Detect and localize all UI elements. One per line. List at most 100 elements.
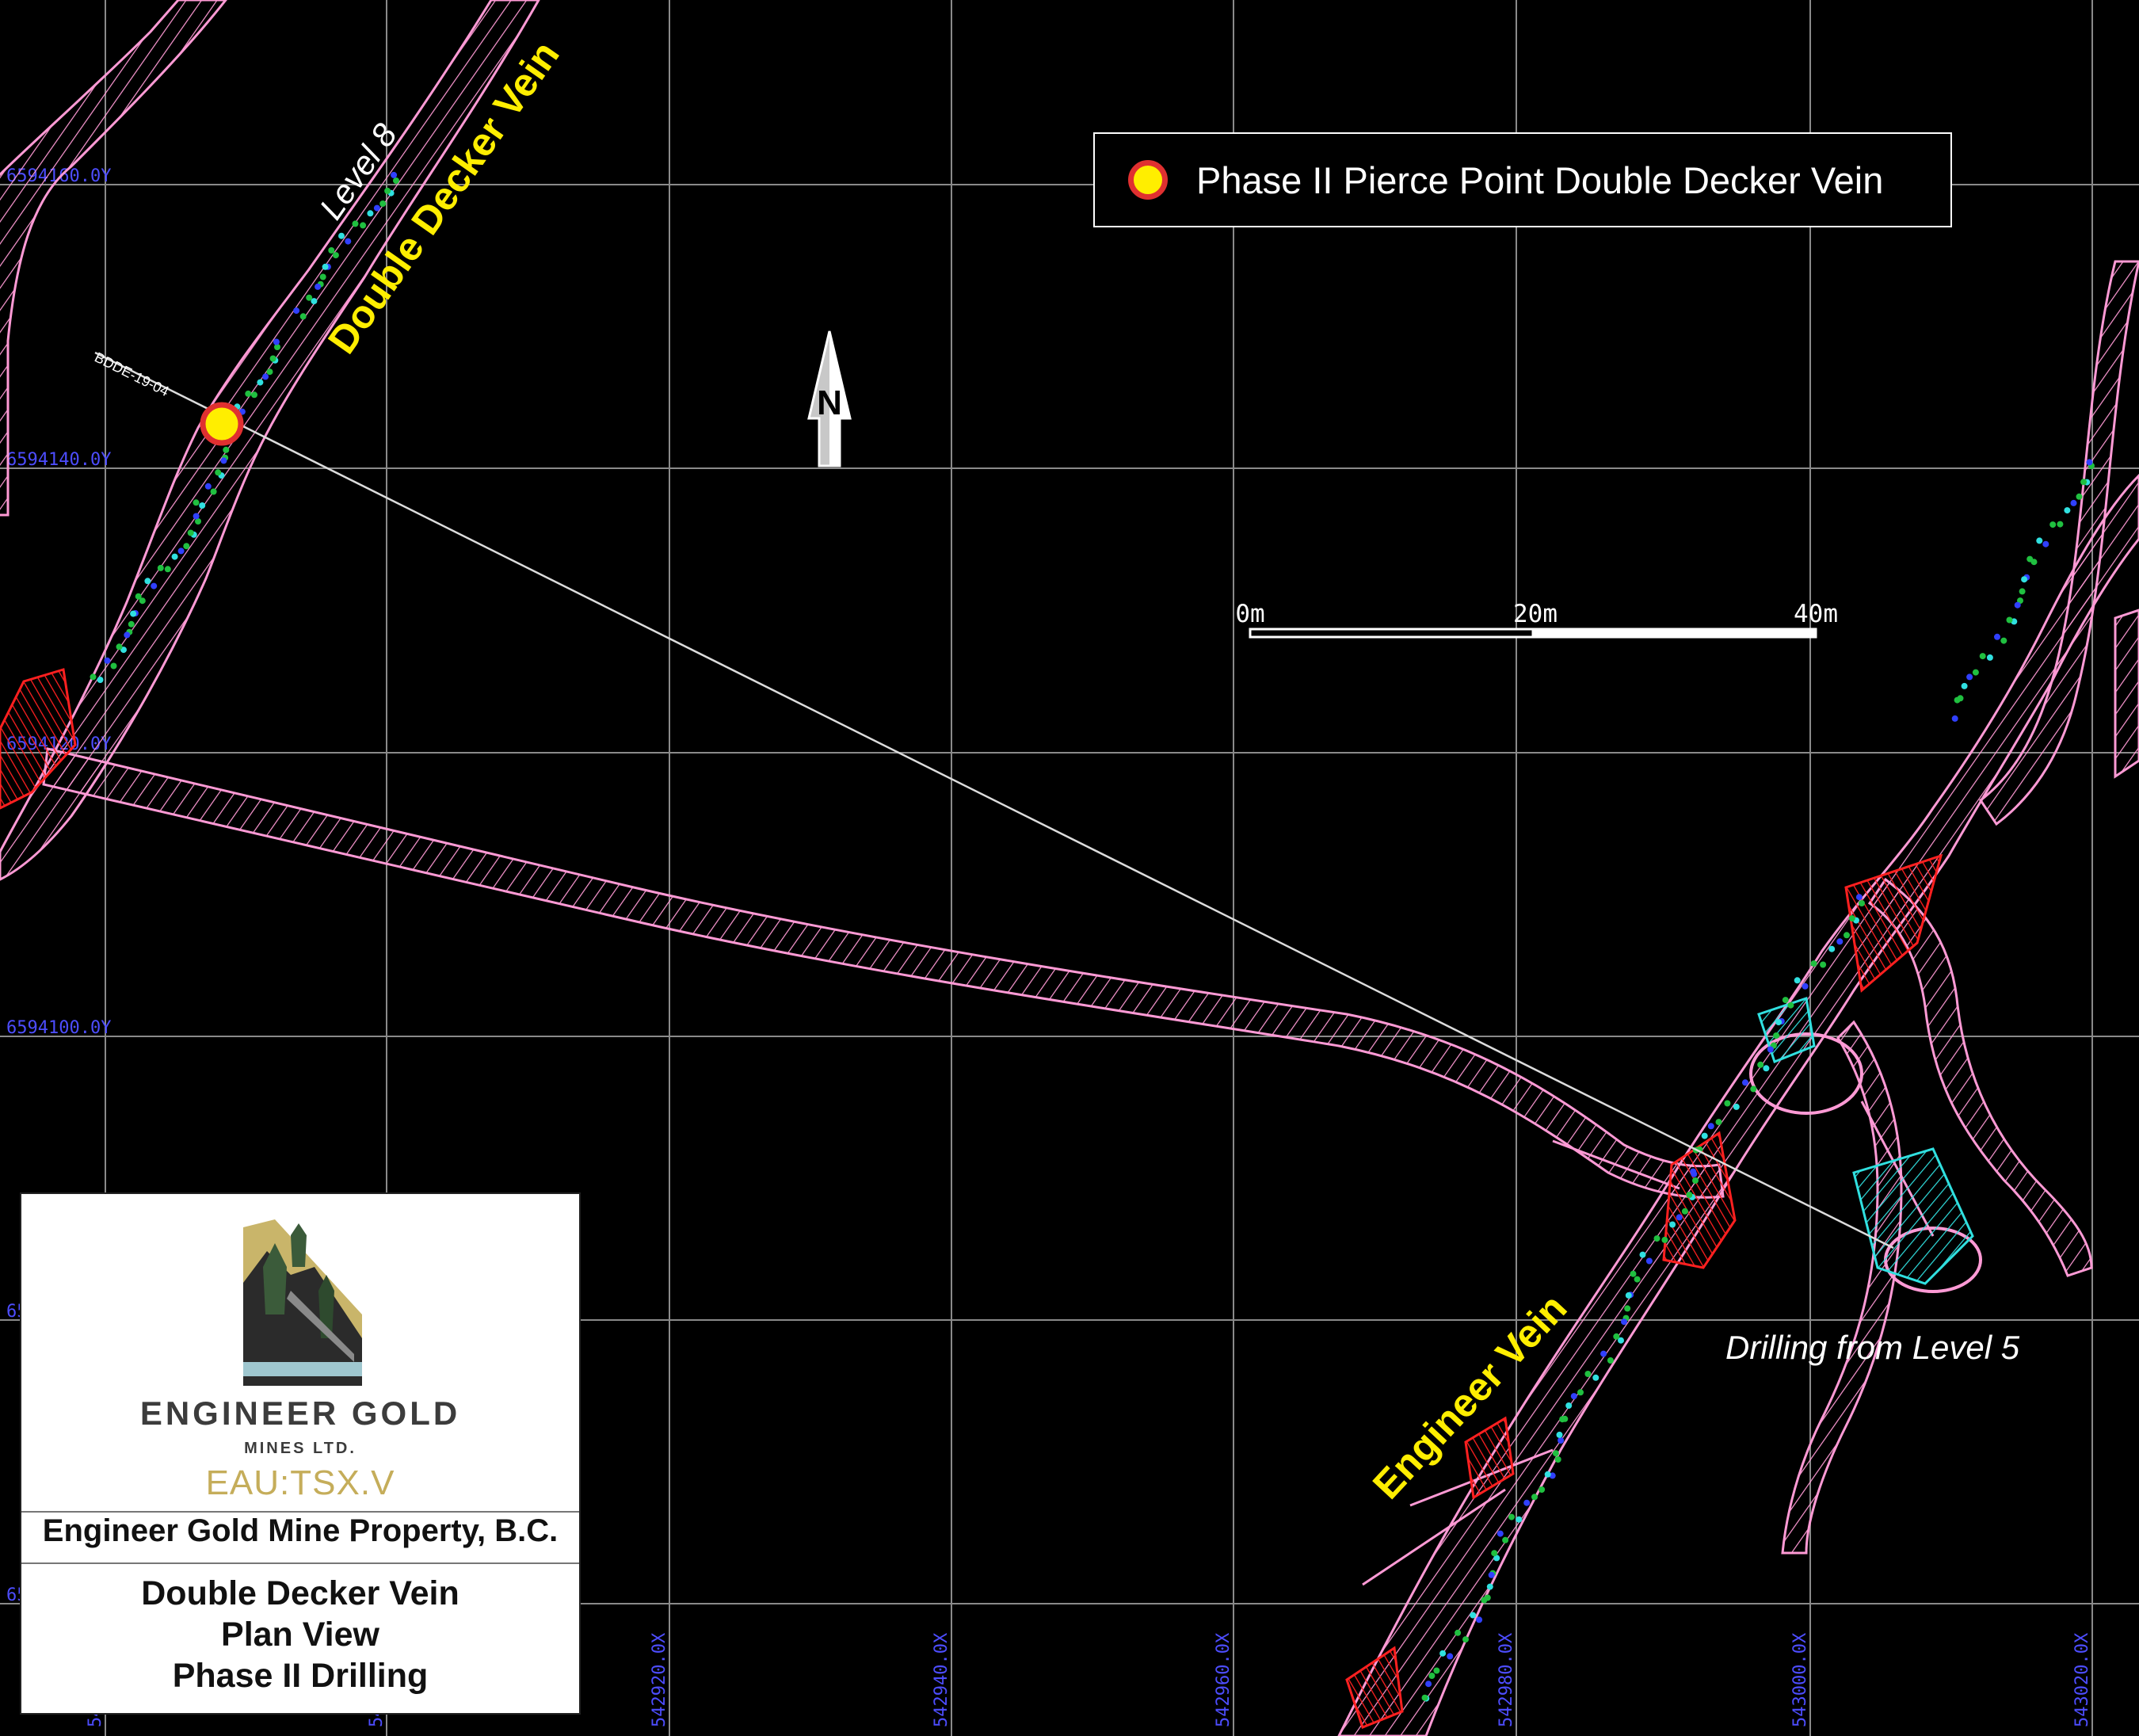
assay-point	[1502, 1536, 1509, 1543]
assay-point	[1669, 1221, 1676, 1228]
assay-point	[1639, 1251, 1646, 1258]
assay-point	[151, 582, 158, 589]
assay-point	[345, 238, 352, 245]
assay-point	[1690, 1168, 1697, 1175]
assay-point	[1600, 1350, 1607, 1357]
assay-point	[1782, 997, 1789, 1004]
assay-point	[220, 457, 227, 464]
assay-point	[266, 368, 273, 376]
assay-point	[2006, 616, 2013, 624]
scale-label-0: 0m	[1235, 600, 1264, 628]
assay-point	[1462, 1636, 1469, 1643]
assay-point	[128, 620, 135, 628]
map-title-line-3: Phase II Drilling	[172, 1657, 429, 1695]
assay-point	[391, 171, 398, 178]
assay-point	[1544, 1471, 1551, 1478]
assay-point	[1470, 1612, 1477, 1619]
title-divider	[21, 1511, 579, 1513]
assay-point	[2000, 637, 2007, 644]
assay-point	[328, 247, 335, 254]
assay-point	[1810, 960, 1817, 967]
assay-point	[1661, 1236, 1668, 1243]
assay-point	[1486, 1583, 1493, 1590]
assay-point	[299, 313, 307, 320]
assay-point	[379, 200, 387, 207]
assay-point	[1556, 1431, 1563, 1438]
assay-point	[322, 263, 329, 270]
assay-point	[1421, 1694, 1428, 1701]
assay-point	[1773, 1032, 1780, 1039]
assay-point	[1681, 1208, 1688, 1215]
assay-point	[1763, 1065, 1770, 1072]
company-logo-icon	[243, 1219, 362, 1386]
assay-point	[245, 390, 252, 397]
map-title-line-2: Plan View	[221, 1616, 379, 1654]
property-name: Engineer Gold Mine Property, B.C.	[42, 1513, 559, 1548]
assay-point	[164, 566, 171, 573]
drillhole-id-label: BDDE-19-04	[92, 349, 171, 399]
assay-point	[332, 252, 339, 259]
assay-point	[171, 553, 178, 560]
assay-point	[2019, 588, 2026, 595]
assay-point	[1972, 669, 1979, 676]
assay-point	[1558, 1437, 1565, 1444]
assay-point	[1625, 1292, 1632, 1299]
scale-bar: 0m 20m 40m	[1235, 600, 1838, 639]
assay-point	[1584, 1371, 1592, 1377]
northing-label: 6594100.0Y	[6, 1018, 111, 1038]
assay-point	[1476, 1616, 1483, 1623]
assay-point	[1966, 673, 1973, 681]
company-name: ENGINEER GOLD	[139, 1395, 461, 1432]
assay-point	[116, 643, 123, 651]
title-divider	[21, 1562, 579, 1564]
scale-label-20: 20m	[1513, 600, 1558, 628]
assay-point	[1577, 1389, 1584, 1396]
assay-point	[2070, 499, 2077, 506]
assay-point	[262, 373, 269, 380]
assay-point	[90, 673, 97, 681]
easting-label: 542920.0X	[650, 1632, 669, 1727]
assay-point	[199, 502, 206, 509]
assay-point	[1767, 1046, 1774, 1053]
assay-point	[135, 593, 142, 600]
assay-point	[257, 379, 264, 386]
assay-point	[193, 499, 200, 506]
assay-point	[1750, 1085, 1757, 1093]
assay-point	[104, 657, 111, 664]
assay-point	[251, 391, 257, 399]
assay-point	[210, 488, 217, 495]
assay-point	[1481, 1597, 1488, 1604]
assay-point	[124, 631, 131, 639]
assay-point	[273, 338, 280, 345]
legend-text: Phase II Pierce Point Double Decker Vein	[1196, 158, 1884, 201]
assay-point	[1552, 1450, 1559, 1457]
legend-box: Phase II Pierce Point Double Decker Vein	[1093, 132, 1952, 227]
assay-point	[110, 662, 117, 670]
assay-point	[1559, 1416, 1566, 1423]
assay-point	[1624, 1305, 1631, 1312]
assay-point	[1433, 1667, 1440, 1674]
assay-point	[1439, 1650, 1447, 1657]
easting-label: 542940.0X	[932, 1632, 951, 1727]
assay-point	[1531, 1494, 1538, 1501]
assay-point	[373, 204, 380, 212]
assay-point	[1961, 682, 1968, 689]
assay-point	[2080, 479, 2088, 486]
assay-point	[1802, 982, 1809, 990]
assay-point	[193, 513, 200, 520]
assay-point	[1775, 1019, 1782, 1026]
scale-label-40: 40m	[1794, 600, 1838, 628]
assay-point	[1554, 1456, 1561, 1463]
assay-point	[2027, 555, 2034, 563]
assay-point	[144, 578, 151, 585]
assay-point	[269, 355, 276, 362]
assay-point	[215, 469, 222, 476]
assay-point	[1676, 1214, 1683, 1221]
assay-point	[1724, 1100, 1731, 1107]
assay-point	[2014, 601, 2021, 609]
assay-point	[1634, 1276, 1641, 1283]
assay-point	[1707, 1123, 1714, 1130]
assay-point	[1951, 715, 1958, 722]
assay-point	[352, 220, 359, 227]
assay-point	[2064, 507, 2071, 514]
